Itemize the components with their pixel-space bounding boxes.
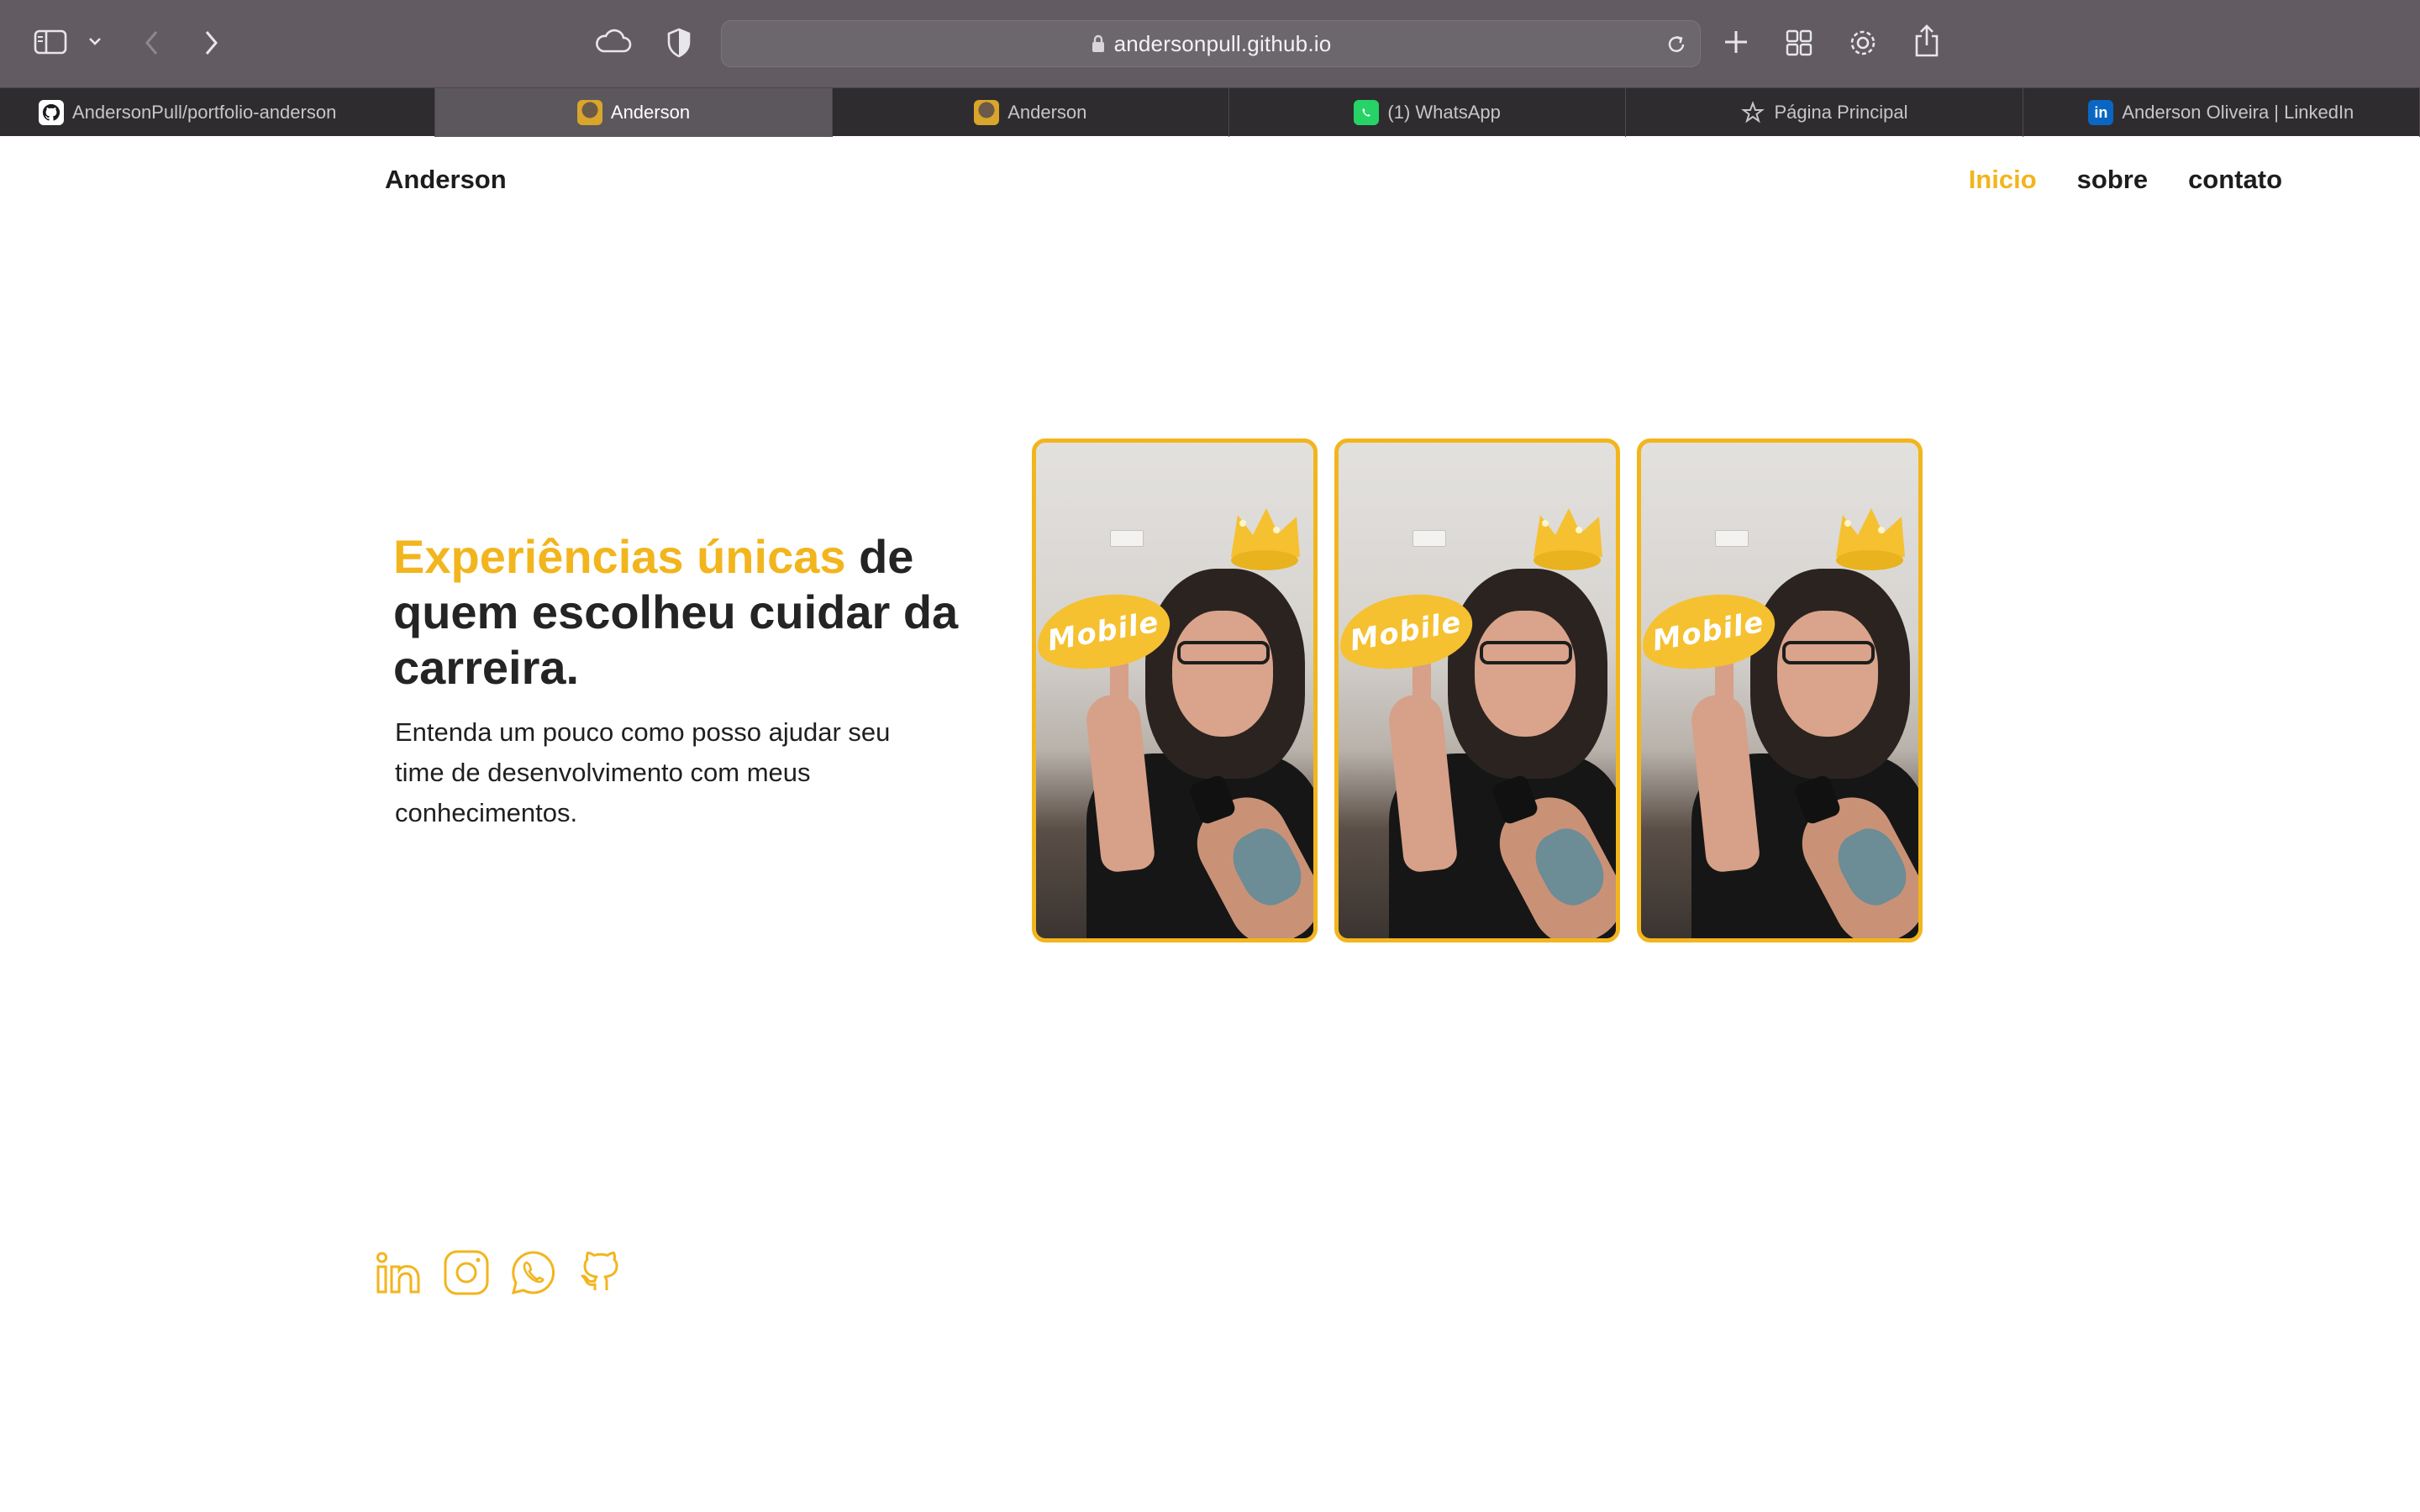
tab-label: Anderson [1007, 102, 1087, 123]
social-links [375, 1248, 625, 1297]
github-icon[interactable] [576, 1248, 625, 1297]
main-nav: Inicio sobre contato [1969, 165, 2282, 195]
tab-label: (1) WhatsApp [1387, 102, 1501, 123]
linkedin-icon[interactable] [375, 1248, 424, 1297]
reload-icon[interactable] [1665, 33, 1688, 60]
nav-sobre[interactable]: sobre [2077, 165, 2148, 195]
url-text: andersonpull.github.io [1113, 30, 1332, 56]
tab-overview-icon[interactable] [1785, 29, 1813, 57]
profile-photo: Mobile [1637, 438, 1923, 942]
tab-anderson-active[interactable]: Anderson [435, 88, 833, 137]
tab-anderson[interactable]: Anderson [833, 88, 1229, 137]
lock-icon [1091, 34, 1106, 54]
instagram-icon[interactable] [442, 1248, 491, 1297]
profile-photo: Mobile [1334, 438, 1620, 942]
icloud-icon[interactable] [593, 29, 632, 55]
tab-bar: AndersonPull/portfolio-anderson Anderson… [0, 87, 2420, 137]
hero-subtitle: Entenda um pouco como posso ajudar seu t… [395, 717, 891, 827]
crown-icon [1831, 498, 1912, 578]
forward-icon[interactable] [202, 29, 220, 57]
privacy-shield-icon[interactable] [666, 27, 692, 59]
avatar-icon [974, 100, 1000, 125]
share-icon[interactable] [1912, 24, 1941, 59]
crown-icon [1226, 498, 1307, 578]
crown-icon [1528, 498, 1609, 578]
address-bar[interactable]: andersonpull.github.io [721, 20, 1701, 67]
whatsapp-icon[interactable] [509, 1248, 558, 1297]
tab-whatsapp[interactable]: (1) WhatsApp [1229, 88, 1627, 137]
browser-toolbar: andersonpull.github.io [0, 0, 2420, 87]
tab-github[interactable]: AndersonPull/portfolio-anderson [0, 88, 436, 137]
hero-title-highlight: Experiências únicas [393, 530, 846, 583]
tab-pagina-principal[interactable]: Página Principal [1626, 88, 2023, 137]
photo-gallery: Mobile Mobile Mobile [1032, 438, 1923, 942]
chevron-down-icon[interactable] [87, 35, 103, 47]
linkedin-icon: in [2088, 100, 2114, 125]
whatsapp-icon [1354, 100, 1380, 125]
nav-inicio[interactable]: Inicio [1969, 165, 2037, 195]
back-icon[interactable] [143, 29, 161, 57]
site-brand[interactable]: Anderson [385, 165, 507, 195]
profile-photo: Mobile [1032, 438, 1318, 942]
hero-title: Experiências únicas de quem escolheu cui… [393, 529, 998, 696]
tab-linkedin[interactable]: in Anderson Oliveira | LinkedIn [2023, 88, 2420, 137]
tab-label: Anderson Oliveira | LinkedIn [2122, 102, 2354, 123]
star-icon [1740, 100, 1765, 125]
avatar-icon [576, 100, 602, 125]
settings-icon[interactable] [1847, 27, 1879, 59]
nav-contato[interactable]: contato [2188, 165, 2282, 195]
tab-label: Página Principal [1774, 102, 1908, 123]
github-icon [39, 100, 64, 125]
tab-label: AndersonPull/portfolio-anderson [72, 102, 337, 123]
tab-label: Anderson [610, 102, 691, 123]
sidebar-icon[interactable] [34, 29, 67, 55]
new-tab-icon[interactable] [1723, 29, 1749, 55]
